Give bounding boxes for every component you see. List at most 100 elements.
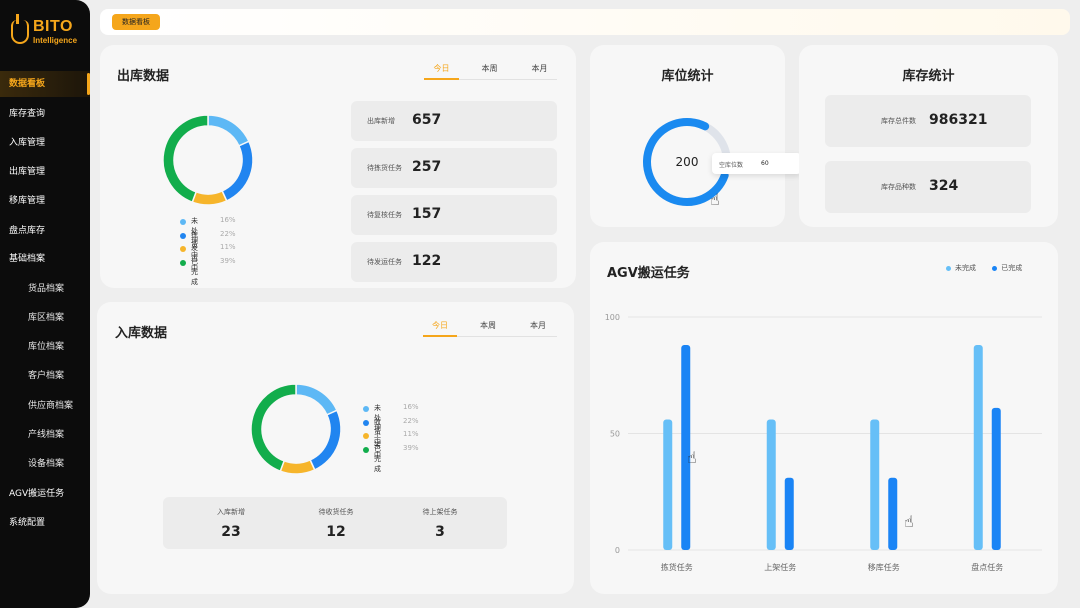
sidebar-item[interactable]: AGV搬运任务: [0, 481, 90, 507]
legend-percent: 16%: [403, 403, 419, 411]
donut-slice[interactable]: [162, 114, 209, 204]
legend-dot: [363, 406, 369, 412]
inbound-stat-shelving: 待上架任务 3: [390, 497, 490, 540]
stat-value: 157: [412, 206, 442, 222]
sidebar-item[interactable]: 基础档案: [0, 246, 90, 272]
bar-pending[interactable]: [766, 419, 776, 550]
outbound-tab-week[interactable]: 本周: [472, 62, 507, 80]
bar-pending[interactable]: [663, 419, 673, 550]
stat-label: 库存品种数: [881, 183, 916, 191]
sidebar-item[interactable]: 盘点库存: [0, 218, 90, 244]
stat-label: 待上架任务: [422, 508, 458, 516]
tab-dashboard[interactable]: 数据看板: [112, 14, 160, 30]
sidebar-item[interactable]: 产线档案: [0, 422, 90, 448]
donut-slice[interactable]: [295, 383, 338, 416]
legend-item-pending: 未完成: [946, 264, 976, 272]
legend-percent: 11%: [403, 430, 419, 438]
legend-label: 未完成: [955, 264, 976, 272]
legend-dot: [180, 219, 186, 225]
stat-label: 待发运任务: [367, 258, 402, 266]
sidebar-item[interactable]: 系统配置: [0, 510, 90, 536]
donut-slice[interactable]: [221, 140, 254, 202]
outbound-title: 出库数据: [117, 69, 170, 84]
stat-label: 入库新增: [217, 508, 245, 516]
inbound-stats-panel: 入库新增 23 待收货任务 12 待上架任务 3: [163, 497, 507, 549]
tooltip-value: 60: [761, 160, 769, 167]
outbound-stat-review: 待复核任务 157: [351, 195, 557, 235]
inventory-title: 库存统计: [902, 69, 955, 84]
sidebar-item[interactable]: 出库管理: [0, 159, 90, 185]
outbound-tab-month[interactable]: 本月: [522, 62, 557, 80]
location-title: 库位统计: [661, 69, 714, 84]
legend-percent: 22%: [403, 416, 419, 425]
brand-name: BITO: [33, 18, 73, 35]
agv-bar-chart: 100 50 0 拣货任务 上架任务 移库任务 盘点任务: [605, 313, 1042, 572]
sidebar-item[interactable]: 库存查询: [0, 101, 90, 127]
bar-done[interactable]: [784, 477, 794, 550]
stat-value: 122: [412, 253, 442, 269]
stat-value: 324: [929, 178, 959, 194]
stat-label: 待收货任务: [318, 508, 354, 516]
sidebar-item[interactable]: 库位档案: [0, 334, 90, 360]
outbound-period-tabs: 今日 本周 本月: [424, 62, 557, 80]
outbound-stat-shipping: 待发运任务 122: [351, 242, 557, 282]
stat-label: 待复核任务: [367, 211, 402, 219]
stat-value: 23: [221, 524, 241, 540]
outbound-donut-chart: [162, 114, 254, 206]
sidebar: BITO Intelligence 数据看板库存查询入库管理出库管理移库管理盘点…: [0, 0, 90, 608]
legend-percent: 11%: [220, 243, 236, 251]
legend-item-done: 已完成: [992, 264, 1022, 272]
donut-slice[interactable]: [309, 409, 342, 471]
stat-label: 出库新增: [367, 117, 395, 125]
x-tick-label: 上架任务: [764, 562, 796, 572]
bar-done[interactable]: [888, 477, 898, 550]
inbound-donut-chart: [250, 383, 342, 475]
sidebar-item[interactable]: 设备档案: [0, 451, 90, 477]
location-tooltip: 空库位数 60: [712, 153, 801, 174]
sidebar-item[interactable]: 供应商档案: [0, 393, 90, 419]
donut-slice[interactable]: [191, 189, 228, 206]
legend-dot: [992, 265, 998, 271]
pointer-cursor-icon: ☝: [687, 448, 697, 467]
donut-slice[interactable]: [250, 383, 297, 473]
inventory-total-items: 库存总件数 986321: [825, 95, 1031, 147]
inventory-sku-count: 库存品种数 324: [825, 161, 1031, 213]
legend-label: 已完成: [1001, 264, 1023, 272]
stat-value: 986321: [929, 112, 988, 128]
stat-value: 257: [412, 159, 442, 175]
bar-pending[interactable]: [870, 419, 880, 550]
agv-title: AGV搬运任务: [607, 266, 690, 281]
inbound-tab-month[interactable]: 本月: [521, 319, 555, 337]
stat-label: 库存总件数: [881, 117, 916, 125]
inbound-tab-today[interactable]: 今日: [423, 319, 457, 337]
stat-label: 待拣货任务: [367, 164, 402, 172]
sidebar-item[interactable]: 库区档案: [0, 305, 90, 331]
brand-logo[interactable]: BITO Intelligence: [9, 14, 85, 48]
inbound-title: 入库数据: [115, 326, 168, 341]
tab-bar: 数据看板: [100, 9, 1070, 35]
sidebar-item[interactable]: 客户档案: [0, 363, 90, 389]
y-tick-label: 100: [605, 313, 620, 322]
bar-pending[interactable]: [973, 344, 983, 550]
pointer-cursor-icon: ☝: [710, 190, 720, 209]
outbound-tab-today[interactable]: 今日: [424, 62, 459, 80]
stat-value: 657: [412, 112, 442, 128]
legend-percent: 39%: [220, 256, 236, 265]
brand-subtitle: Intelligence: [33, 36, 78, 45]
sidebar-item[interactable]: 货品档案: [0, 276, 90, 302]
donut-slice[interactable]: [279, 458, 316, 475]
agv-legend: 未完成 已完成: [946, 263, 1022, 273]
legend-dot: [180, 259, 186, 266]
x-tick-label: 盘点任务: [971, 562, 1003, 572]
stat-value: 3: [435, 524, 445, 540]
outbound-stat-picking: 待拣货任务 257: [351, 148, 557, 188]
x-tick-label: 移库任务: [868, 562, 900, 572]
donut-slice[interactable]: [207, 114, 250, 147]
legend-label: 已完成: [191, 257, 198, 286]
inbound-tab-week[interactable]: 本周: [471, 319, 505, 337]
sidebar-item[interactable]: 移库管理: [0, 188, 90, 214]
sidebar-item[interactable]: 入库管理: [0, 130, 90, 156]
bar-done[interactable]: [991, 407, 1001, 550]
sidebar-item[interactable]: 数据看板: [0, 71, 90, 97]
legend-dot: [363, 446, 369, 453]
